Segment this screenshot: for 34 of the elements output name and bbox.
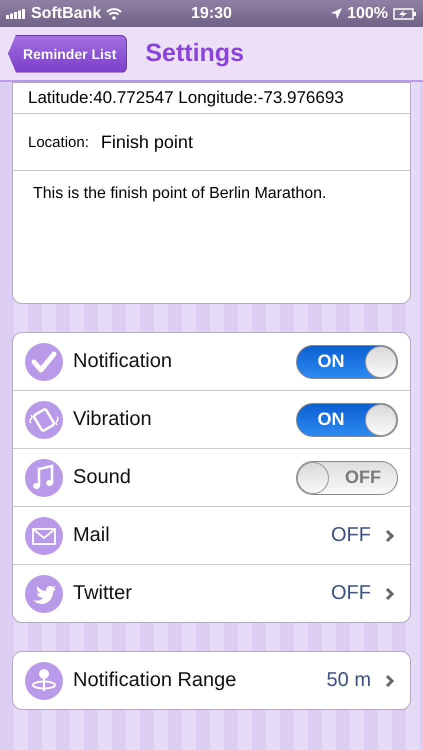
check-icon xyxy=(25,342,63,380)
setting-value: OFF xyxy=(331,524,371,547)
setting-label: Twitter xyxy=(73,582,133,605)
toggle-switch[interactable]: OFF xyxy=(296,460,398,494)
wifi-icon xyxy=(106,8,122,20)
envelope-icon xyxy=(25,516,63,554)
setting-label: Notification Range xyxy=(73,669,238,692)
vibrating-phone-icon xyxy=(25,400,63,438)
setting-value: 50 m xyxy=(326,669,371,692)
location-value: Finish point xyxy=(100,132,193,152)
bird-icon xyxy=(25,574,63,612)
setting-label: Sound xyxy=(73,466,132,489)
setting-label: Mail xyxy=(73,524,111,547)
setting-label: Vibration xyxy=(73,408,153,431)
chevron-icon[interactable] xyxy=(385,528,394,542)
setting-label: Notification xyxy=(73,350,173,373)
clock-time: 19:30 xyxy=(191,4,232,22)
music-note-icon xyxy=(25,458,63,496)
note-text: This is the finish point of Berlin Marathon. xyxy=(33,185,326,202)
signal-icon xyxy=(6,8,26,18)
location-label: Location: xyxy=(28,134,89,150)
toggle-switch[interactable]: ON xyxy=(296,402,398,436)
battery-icon xyxy=(392,8,417,20)
pin-icon xyxy=(25,662,63,700)
coordinates-text: Latitude:40.772547 Longitude:-73.976693 xyxy=(28,88,344,108)
chevron-icon[interactable] xyxy=(385,674,394,688)
setting-value: OFF xyxy=(331,582,371,605)
carrier-name: SoftBank xyxy=(31,4,102,22)
battery-percent: 100% xyxy=(347,4,388,22)
chevron-icon[interactable] xyxy=(385,586,394,600)
location-arrow-icon xyxy=(331,8,342,19)
back-button[interactable]: Reminder List xyxy=(8,34,128,72)
page-title: Settings xyxy=(145,39,244,68)
toggle-switch[interactable]: ON xyxy=(296,344,398,378)
